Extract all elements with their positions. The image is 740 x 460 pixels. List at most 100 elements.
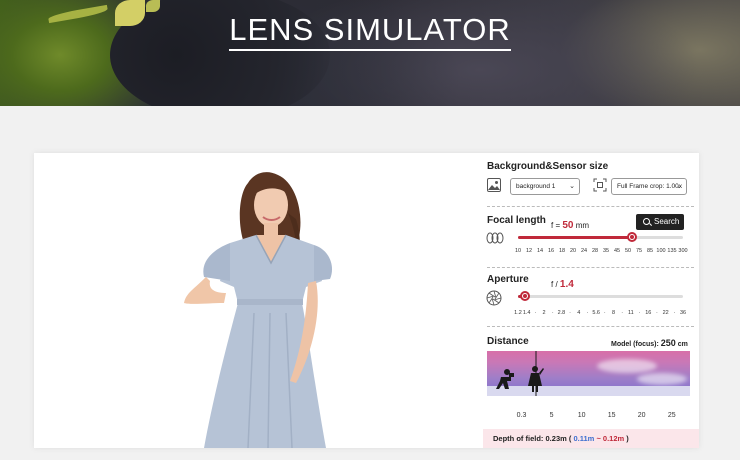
dof-paren-close: ) [626, 434, 629, 443]
tick-label: · [534, 310, 537, 316]
tick-label: 10 [514, 248, 522, 254]
chevron-down-icon: ⌄ [569, 183, 575, 190]
divider [487, 206, 694, 207]
leaf-decoration [146, 0, 160, 12]
control-panel: Background&Sensor size background 1 ⌄ Fu… [483, 153, 699, 448]
tick-label: · [586, 310, 589, 316]
tick-label: 100 [656, 248, 666, 254]
tick-label: 300 [678, 248, 688, 254]
lens-icon [486, 231, 506, 247]
dof-label: Depth of field: [493, 434, 544, 443]
tick-label: 14 [536, 248, 544, 254]
aperture-thumb[interactable] [519, 291, 530, 301]
tick-label: · [569, 310, 572, 316]
aperture-value: 1.4 [559, 279, 574, 290]
tick-label: 8 [611, 310, 616, 316]
divider [487, 326, 694, 327]
aperture-ticks: 1.2 1.4 · 2 · 2.8 · 4 · 5.6 · 8 · 11 · 16 · 22 · 36 [514, 310, 687, 318]
tick-label: · [551, 310, 554, 316]
tick-label: · [603, 310, 606, 316]
tick-label: 16 [547, 248, 555, 254]
tick-label: 20 [637, 412, 646, 419]
dof-total: 0.23m [545, 434, 567, 443]
tick-label: · [673, 310, 676, 316]
model-focus-readout: Model (focus): 250 cm [611, 338, 688, 348]
aperture-readout: f / 1.4 [551, 279, 574, 290]
tick-label: 75 [635, 248, 643, 254]
sensor-icon [593, 178, 609, 194]
tick-label: 28 [591, 248, 599, 254]
model-photo [184, 172, 333, 448]
model-focus-label: Model (focus): [611, 341, 659, 348]
preview-image [34, 153, 476, 448]
tick-label: 4 [577, 310, 581, 316]
dof-far: 0.12m [602, 434, 625, 443]
tick-label: 1.2 [514, 310, 522, 316]
dof-separator: ~ [596, 434, 601, 443]
tick-label: 1.4 [522, 310, 531, 316]
tick-label: · [656, 310, 658, 316]
image-icon [487, 178, 503, 194]
tick-label: 15 [607, 412, 616, 419]
distance-title: Distance [487, 336, 529, 347]
sensor-select-value: Full Frame crop: 1.00x [617, 183, 683, 190]
depth-of-field-bar: Depth of field: 0.23m ( 0.11m ~ 0.12m ) [483, 429, 699, 448]
search-icon [643, 218, 650, 225]
background-sensor-title: Background&Sensor size [487, 161, 609, 172]
distance-slider[interactable] [487, 351, 690, 396]
focal-prefix: f = [551, 221, 561, 230]
chevron-down-icon: ⌄ [676, 183, 682, 190]
divider [487, 267, 694, 268]
focal-length-ticks: 10 12 14 16 18 20 24 28 35 45 50 75 85 100 135 300 [514, 248, 688, 256]
aperture-prefix: f / [551, 280, 558, 289]
distance-ticks: 0.3 5 10 15 20 25 [487, 412, 690, 421]
aperture-title: Aperture [487, 274, 529, 285]
tick-label: 85 [646, 248, 654, 254]
tick-label: 24 [580, 248, 588, 254]
tick-label: 135 [667, 248, 677, 254]
focal-length-slider[interactable] [518, 232, 683, 242]
aperture-icon [486, 290, 502, 306]
tick-label: 12 [525, 248, 533, 254]
focal-length-title: Focal length [487, 215, 546, 226]
search-button[interactable]: Search [636, 214, 684, 230]
tick-label: 22 [662, 310, 669, 316]
focal-length-thumb[interactable] [626, 232, 637, 242]
tick-label: 20 [569, 248, 577, 254]
aperture-slider[interactable] [518, 291, 683, 301]
focal-length-value: 50 [562, 220, 574, 231]
tick-label: · [621, 310, 624, 316]
simulator-card: Background&Sensor size background 1 ⌄ Fu… [34, 153, 699, 448]
tick-label: 16 [645, 310, 652, 316]
tick-label: 45 [613, 248, 621, 254]
tick-label: 10 [577, 412, 586, 419]
tick-label: 18 [558, 248, 566, 254]
distance-value: 250 [660, 338, 676, 348]
distance-scene [496, 351, 544, 396]
model-figure-icon [528, 366, 544, 392]
tick-label: 25 [667, 412, 676, 419]
hero-banner: LENS SIMULATOR [0, 0, 740, 106]
distance-unit: cm [677, 341, 688, 348]
sensor-size-select[interactable]: Full Frame crop: 1.00x ⌄ [611, 178, 687, 195]
tick-label: 5 [549, 412, 554, 419]
focal-length-readout: f = 50 mm [551, 220, 589, 231]
tick-label: · [638, 310, 641, 316]
photographer-icon [496, 369, 514, 389]
tick-label: 11 [628, 310, 634, 316]
focal-length-fill [518, 236, 632, 239]
tick-label: 2.8 [557, 310, 566, 316]
page-title: LENS SIMULATOR [0, 12, 740, 51]
tick-label: 35 [602, 248, 610, 254]
focal-unit: mm [575, 221, 590, 230]
tick-label: 2 [542, 310, 546, 316]
dof-near: 0.11m [573, 434, 595, 443]
background-select-value: background 1 [516, 183, 556, 190]
tick-label: 36 [679, 310, 687, 316]
dof-paren-open: ( [568, 434, 572, 443]
tick-label: 50 [624, 248, 632, 254]
tick-label: 5.6 [592, 310, 600, 316]
background-select[interactable]: background 1 ⌄ [510, 178, 580, 195]
search-button-label: Search [654, 217, 680, 226]
tick-label: 0.3 [516, 412, 527, 419]
